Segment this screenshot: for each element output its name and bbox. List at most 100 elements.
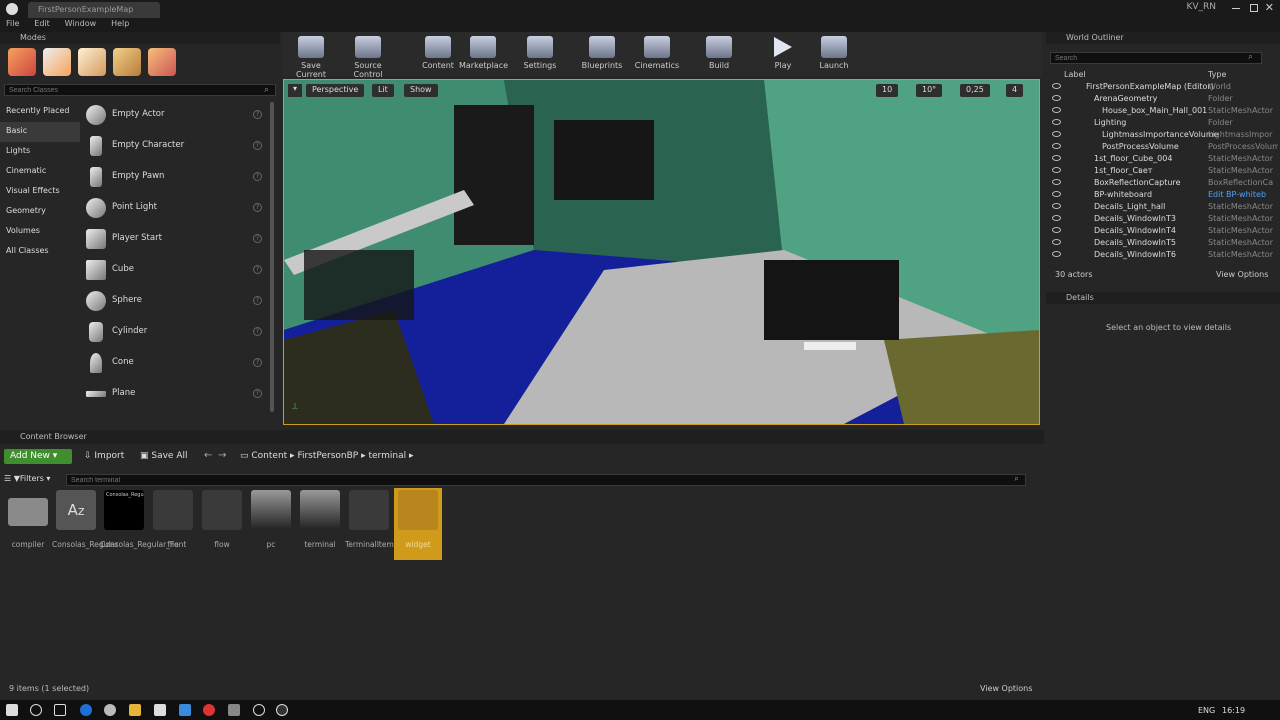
- outliner-row[interactable]: Decails_WindowInT3 StaticMeshActor: [1050, 213, 1274, 225]
- eye-icon[interactable]: [1052, 107, 1061, 113]
- edit-blueprint-link[interactable]: Edit BP-whiteb: [1208, 190, 1278, 199]
- place-item-sphere[interactable]: Sphere?: [80, 286, 270, 317]
- windows-start-icon[interactable]: [6, 704, 18, 716]
- eye-icon[interactable]: [1052, 83, 1061, 89]
- rotation-snap-value[interactable]: 10°: [916, 84, 943, 97]
- build-button[interactable]: Build: [702, 34, 736, 70]
- play-button[interactable]: Play: [766, 34, 800, 70]
- place-item-empty-actor[interactable]: Empty Actor?: [80, 100, 270, 131]
- eye-icon[interactable]: [1052, 155, 1061, 161]
- close-icon[interactable]: ✕: [1265, 1, 1274, 14]
- edge-icon[interactable]: [80, 704, 92, 716]
- asset-tile-selected[interactable]: widget: [394, 488, 442, 560]
- outliner-row[interactable]: ArenaGeometry Folder: [1050, 93, 1274, 105]
- modes-scrollbar[interactable]: [270, 102, 274, 412]
- cinematics-button[interactable]: Cinematics: [632, 34, 682, 70]
- outliner-row[interactable]: Decails_Light_hall StaticMeshActor: [1050, 201, 1274, 213]
- content-view-options-button[interactable]: View Options: [980, 684, 1032, 693]
- eye-icon[interactable]: [1052, 131, 1061, 137]
- mail-icon[interactable]: [179, 704, 191, 716]
- help-icon[interactable]: ?: [253, 389, 262, 398]
- help-icon[interactable]: ?: [253, 203, 262, 212]
- eye-icon[interactable]: [1052, 191, 1061, 197]
- save-all-button[interactable]: ▣ Save All: [140, 451, 188, 461]
- view-mode-lit-button[interactable]: Lit: [372, 84, 394, 97]
- menu-edit[interactable]: Edit: [28, 18, 56, 29]
- breadcrumb-firstpersonbp[interactable]: FirstPersonBP: [297, 451, 358, 461]
- help-icon[interactable]: ?: [253, 265, 262, 274]
- help-icon[interactable]: ?: [253, 358, 262, 367]
- category-basic[interactable]: Basic: [0, 122, 80, 142]
- asset-tile[interactable]: file: [149, 490, 197, 549]
- geometry-mode-icon[interactable]: [148, 48, 176, 76]
- foliage-mode-icon[interactable]: [113, 48, 141, 76]
- blueprints-button[interactable]: Blueprints: [580, 34, 624, 70]
- place-item-player-start[interactable]: Player Start?: [80, 224, 270, 255]
- add-new-button[interactable]: Add New ▾: [4, 449, 72, 464]
- store-icon[interactable]: [154, 704, 166, 716]
- eye-icon[interactable]: [1052, 119, 1061, 125]
- category-visual-effects[interactable]: Visual Effects: [0, 182, 80, 202]
- photos-icon[interactable]: [228, 704, 240, 716]
- class-search-input[interactable]: [4, 84, 276, 96]
- asset-tile[interactable]: Consolas_Regu Consolas_Regular_Font: [100, 490, 186, 549]
- content-button[interactable]: Content: [418, 34, 458, 70]
- eye-icon[interactable]: [1052, 227, 1061, 233]
- scale-snap-value[interactable]: 0,25: [960, 84, 990, 97]
- outliner-row[interactable]: Decails_WindowInT4 StaticMeshActor: [1050, 225, 1274, 237]
- outliner-type-column[interactable]: Type: [1208, 70, 1226, 79]
- settings-button[interactable]: Settings: [520, 34, 560, 70]
- menu-window[interactable]: Window: [59, 18, 103, 29]
- breadcrumb-content[interactable]: Content: [251, 451, 287, 461]
- language-indicator[interactable]: ENG: [1198, 706, 1215, 715]
- eye-icon[interactable]: [1052, 95, 1061, 101]
- place-item-empty-pawn[interactable]: Empty Pawn?: [80, 162, 270, 193]
- task-view-icon[interactable]: [54, 704, 66, 716]
- outliner-label-column[interactable]: Label: [1064, 70, 1086, 79]
- outliner-row[interactable]: 1st_floor_Cube_004 StaticMeshActor: [1050, 153, 1274, 165]
- category-geometry[interactable]: Geometry: [0, 202, 80, 222]
- maximize-icon[interactable]: [1250, 4, 1258, 12]
- outliner-row[interactable]: LightmassImportanceVolume LightmassImpor: [1050, 129, 1274, 141]
- viewport-options-dropdown[interactable]: ▾: [288, 84, 302, 97]
- help-icon[interactable]: ?: [253, 172, 262, 181]
- clock[interactable]: 16:19: [1222, 706, 1245, 715]
- search-icon[interactable]: [30, 704, 42, 716]
- eye-icon[interactable]: [1052, 143, 1061, 149]
- place-mode-icon[interactable]: [8, 48, 36, 76]
- category-recently-placed[interactable]: Recently Placed: [0, 102, 80, 122]
- place-item-cube[interactable]: Cube?: [80, 255, 270, 286]
- outliner-row[interactable]: 1st_floor_Свет StaticMeshActor: [1050, 165, 1274, 177]
- back-arrow-icon[interactable]: ←: [204, 450, 212, 461]
- help-icon[interactable]: ?: [253, 141, 262, 150]
- menu-file[interactable]: File: [0, 18, 25, 29]
- asset-tile[interactable]: Az Consolas_Regular: [52, 490, 118, 549]
- asset-tile[interactable]: compiler: [4, 490, 52, 549]
- category-all-classes[interactable]: All Classes: [0, 242, 80, 262]
- category-lights[interactable]: Lights: [0, 142, 80, 162]
- clock-app-icon[interactable]: [253, 704, 265, 716]
- outliner-row[interactable]: Lighting Folder: [1050, 117, 1274, 129]
- chrome-icon[interactable]: [203, 704, 215, 716]
- breadcrumb-terminal[interactable]: terminal: [368, 451, 406, 461]
- show-button[interactable]: Show: [404, 84, 438, 97]
- place-item-cone[interactable]: Cone?: [80, 348, 270, 379]
- eye-icon[interactable]: [1052, 251, 1061, 257]
- level-viewport[interactable]: ▾ Perspective Lit Show 10 10° 0,25 4 ⟂: [283, 79, 1040, 425]
- outliner-row[interactable]: FirstPersonExampleMap (Editor) World: [1050, 81, 1274, 93]
- place-item-cylinder[interactable]: Cylinder?: [80, 317, 270, 348]
- landscape-mode-icon[interactable]: [78, 48, 106, 76]
- eye-icon[interactable]: [1052, 167, 1061, 173]
- eye-icon[interactable]: [1052, 203, 1061, 209]
- help-icon[interactable]: ?: [253, 234, 262, 243]
- place-item-empty-character[interactable]: Empty Character?: [80, 131, 270, 162]
- unreal-taskbar-icon[interactable]: [276, 704, 288, 716]
- eye-icon[interactable]: [1052, 179, 1061, 185]
- grid-snap-value[interactable]: 10: [876, 84, 899, 97]
- outliner-row[interactable]: BoxReflectionCapture BoxReflectionCa: [1050, 177, 1274, 189]
- menu-help[interactable]: Help: [105, 18, 135, 29]
- paint-mode-icon[interactable]: [43, 48, 71, 76]
- eye-icon[interactable]: [1052, 215, 1061, 221]
- asset-search-input[interactable]: [66, 474, 1026, 486]
- category-cinematic[interactable]: Cinematic: [0, 162, 80, 182]
